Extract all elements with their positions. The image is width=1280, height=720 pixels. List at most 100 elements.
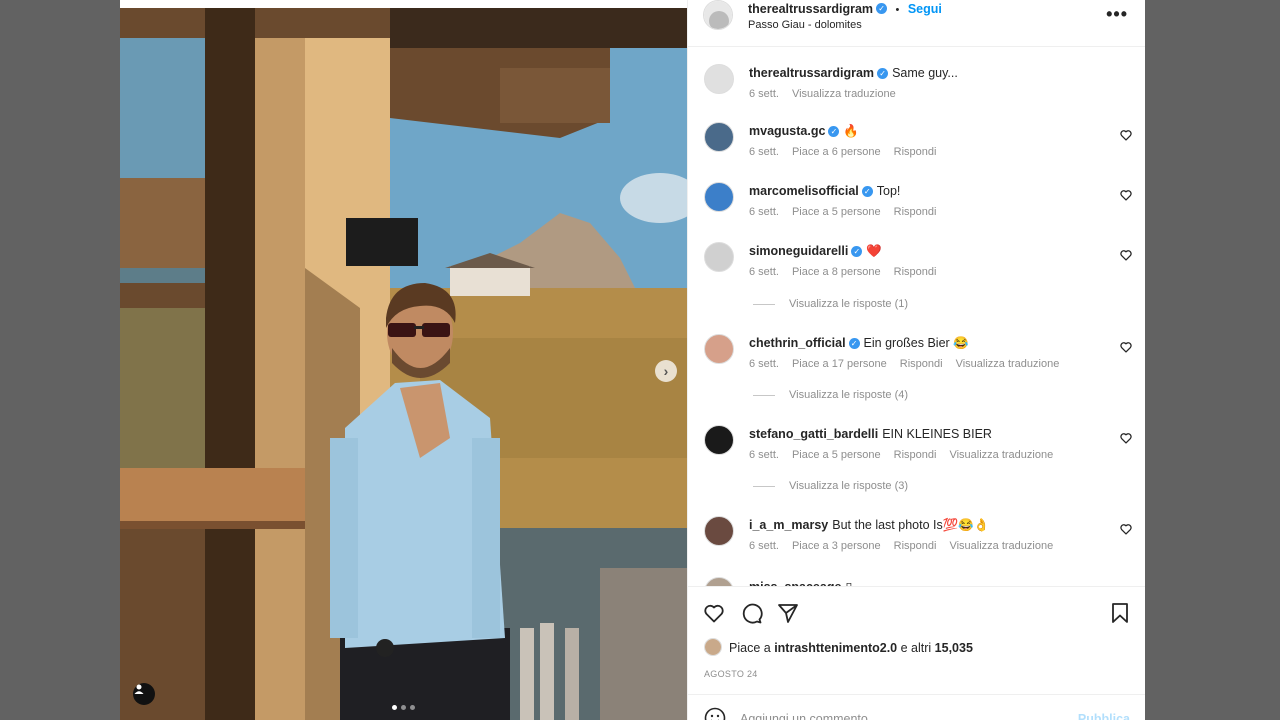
- post-location[interactable]: Passo Giau - dolomites: [748, 19, 862, 31]
- view-replies-button[interactable]: Visualizza le risposte (1): [753, 298, 908, 310]
- likes-prefix: Piace a: [729, 641, 771, 655]
- view-replies-button[interactable]: Visualizza le risposte (3): [753, 480, 908, 492]
- comment-like-icon[interactable]: [1119, 188, 1133, 202]
- comment-body: ❤️: [866, 244, 882, 258]
- comment-time: 6 sett.: [749, 540, 779, 552]
- comment-input[interactable]: Aggiungi un commento...: [740, 712, 878, 720]
- heart-icon[interactable]: [702, 601, 726, 625]
- comment-text-line: stefano_gatti_bardelli EIN KLEINES BIER: [749, 427, 992, 441]
- commenter-avatar[interactable]: [704, 516, 734, 546]
- save-icon[interactable]: [1108, 601, 1132, 625]
- commenter-avatar[interactable]: [704, 425, 734, 455]
- reply-button[interactable]: Rispondi: [900, 358, 943, 370]
- commenter-username[interactable]: i_a_m_marsy: [749, 518, 828, 532]
- comment-time: 6 sett.: [749, 358, 779, 370]
- post-photo[interactable]: ›: [120, 8, 687, 720]
- author-avatar[interactable]: [703, 0, 733, 30]
- post-actions: Piace a intrashttenimento2.0 e altri 15,…: [688, 586, 1145, 695]
- reply-button[interactable]: Rispondi: [894, 540, 937, 552]
- comment-body: But the last photo Is💯😂👌: [832, 518, 990, 532]
- post-modal: › therealtrussardigram ✓ • Segui Passo Gi…: [120, 0, 1145, 720]
- likes-summary: Piace a intrashttenimento2.0 e altri 15,…: [704, 638, 973, 656]
- follow-button[interactable]: Segui: [908, 2, 942, 16]
- carousel-indicator: [392, 705, 415, 710]
- commenter-username[interactable]: stefano_gatti_bardelli: [749, 427, 878, 441]
- verified-icon: ✓: [876, 3, 888, 15]
- comment-body: Top!: [876, 184, 901, 198]
- translate-button[interactable]: Visualizza traduzione: [949, 449, 1053, 461]
- comment-meta: 6 sett. Piace a 17 persone Rispondi Visuali…: [749, 358, 1072, 370]
- translate-button[interactable]: Visualizza traduzione: [792, 88, 896, 100]
- comment-text-line: chethrin_official ✓ Ein großes Bier 😂: [749, 336, 969, 351]
- user-tag-icon: [134, 684, 144, 694]
- share-icon[interactable]: [776, 601, 800, 625]
- comment-like-icon[interactable]: [1119, 522, 1133, 536]
- comment-meta: 6 sett. Piace a 3 persone Rispondi Visualiz…: [749, 540, 1066, 552]
- liker-avatar: [704, 638, 722, 656]
- comments-list: therealtrussardigram ✓ Same guy... 6 sett. V…: [688, 46, 1145, 586]
- carousel-dot: [410, 705, 415, 710]
- comment-meta: 6 sett. Piace a 5 persone Rispondi Visualiz…: [749, 449, 1066, 461]
- comment-likes[interactable]: Piace a 5 persone: [792, 449, 881, 461]
- replies-divider: [753, 485, 775, 487]
- comment-time: 6 sett.: [749, 146, 779, 158]
- separator-dot: •: [895, 4, 900, 16]
- commenter-username[interactable]: simoneguidarelli: [749, 244, 848, 258]
- commenter-username[interactable]: marcomelisofficial: [749, 184, 859, 198]
- likes-middle: e altri: [900, 641, 932, 655]
- comment-text-line: therealtrussardigram ✓ Same guy...: [749, 66, 958, 80]
- author-username[interactable]: therealtrussardigram: [748, 2, 873, 16]
- next-photo-button[interactable]: ›: [655, 360, 677, 382]
- view-replies-label: Visualizza le risposte (1): [789, 298, 909, 310]
- liker-username[interactable]: intrashttenimento2.0: [774, 641, 897, 655]
- carousel-dot: [401, 705, 406, 710]
- comment-time: 6 sett.: [749, 266, 779, 278]
- replies-divider: [753, 394, 775, 396]
- comment-body: Ein großes Bier 😂: [863, 336, 969, 350]
- add-comment-bar: Aggiungi un commento... Pubblica: [688, 694, 1145, 720]
- commenter-username[interactable]: therealtrussardigram: [749, 66, 874, 80]
- view-replies-label: Visualizza le risposte (3): [789, 480, 909, 492]
- comment-likes[interactable]: Piace a 3 persone: [792, 540, 881, 552]
- comment-body: Same guy...: [892, 66, 958, 80]
- more-options-icon[interactable]: •••: [1106, 4, 1128, 25]
- comment-likes[interactable]: Piace a 8 persone: [792, 266, 881, 278]
- replies-divider: [753, 303, 775, 305]
- commenter-avatar[interactable]: [704, 182, 734, 212]
- likes-count[interactable]: 15,035: [935, 641, 973, 655]
- commenter-avatar[interactable]: [704, 242, 734, 272]
- commenter-avatar[interactable]: [704, 64, 734, 94]
- translate-button[interactable]: Visualizza traduzione: [956, 358, 1060, 370]
- reply-button[interactable]: Rispondi: [894, 146, 937, 158]
- reply-button[interactable]: Rispondi: [894, 266, 937, 278]
- emoji-icon[interactable]: [704, 707, 726, 720]
- carousel-dot: [392, 705, 397, 710]
- comment-meta: 6 sett. Piace a 5 persone Rispondi: [749, 206, 949, 218]
- reply-button[interactable]: Rispondi: [894, 206, 937, 218]
- commenter-avatar[interactable]: [704, 577, 734, 586]
- comment-like-icon[interactable]: [1119, 340, 1133, 354]
- comment-icon[interactable]: [739, 601, 763, 625]
- commenter-username[interactable]: mvagusta.gc: [749, 124, 825, 138]
- comment-text-line: i_a_m_marsy But the last photo Is💯😂👌: [749, 518, 989, 533]
- translate-button[interactable]: Visualizza traduzione: [949, 540, 1053, 552]
- comment-meta: 6 sett. Piace a 6 persone Rispondi: [749, 146, 949, 158]
- reply-button[interactable]: Rispondi: [894, 449, 937, 461]
- comment-meta: 6 sett. Visualizza traduzione: [749, 88, 909, 100]
- comment-text-line: miss_spaceage▯: [749, 579, 852, 586]
- commenter-avatar[interactable]: [704, 122, 734, 152]
- chevron-right-icon: ›: [663, 363, 669, 379]
- comment-likes[interactable]: Piace a 6 persone: [792, 146, 881, 158]
- tagged-users-button[interactable]: [133, 683, 155, 705]
- comment-like-icon[interactable]: [1119, 248, 1133, 262]
- post-header: therealtrussardigram ✓ • Segui Passo Giau…: [688, 0, 1145, 47]
- publish-button[interactable]: Pubblica: [1078, 712, 1130, 720]
- commenter-username[interactable]: chethrin_official: [749, 336, 846, 350]
- view-replies-button[interactable]: Visualizza le risposte (4): [753, 389, 908, 401]
- view-replies-label: Visualizza le risposte (4): [789, 389, 909, 401]
- comment-likes[interactable]: Piace a 5 persone: [792, 206, 881, 218]
- comment-likes[interactable]: Piace a 17 persone: [792, 358, 887, 370]
- commenter-avatar[interactable]: [704, 334, 734, 364]
- comment-like-icon[interactable]: [1119, 128, 1133, 142]
- comment-like-icon[interactable]: [1119, 431, 1133, 445]
